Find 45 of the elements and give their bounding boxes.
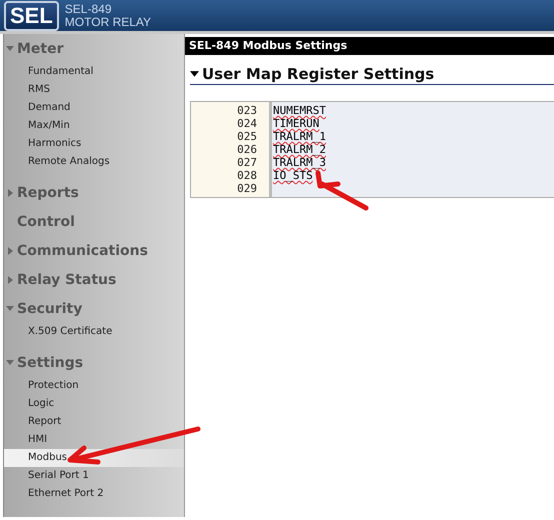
section-header[interactable]: Communications xyxy=(4,236,184,265)
section-header[interactable]: Settings xyxy=(4,348,184,377)
nav-item[interactable]: Fundamental xyxy=(4,63,184,81)
caret-down-icon xyxy=(190,70,199,78)
nav-item[interactable]: Demand xyxy=(4,99,184,117)
line-number: 023 xyxy=(236,104,258,117)
line-number: 028 xyxy=(236,169,258,182)
line-number: 026 xyxy=(236,143,258,156)
nav-item[interactable]: Max/Min xyxy=(4,117,184,135)
register-editor[interactable]: 023 024 025 026 027 028 029 NUMEMRST TIMERUN TRALRM_1 TRALRM_2 TRALRM_3 IO_STS xyxy=(190,101,554,198)
caret-down-icon xyxy=(6,358,14,366)
caret-down-icon xyxy=(6,304,14,312)
product-subtitle: MOTOR RELAY xyxy=(64,16,152,28)
nav-item[interactable]: HMI xyxy=(4,431,184,449)
product-model: SEL-849 xyxy=(64,2,112,16)
section-heading[interactable]: User Map Register Settings xyxy=(190,65,554,85)
register-value: TRALRM_2 xyxy=(273,143,326,156)
page-title-bar: SEL-849 Modbus Settings xyxy=(185,37,554,55)
section-header[interactable]: Security xyxy=(4,294,184,323)
caret-right-icon xyxy=(6,246,14,254)
line-number: 027 xyxy=(236,156,258,169)
register-value: IO_STS xyxy=(273,169,313,182)
nav-item[interactable]: Report xyxy=(4,413,184,431)
nav-item[interactable]: RMS xyxy=(4,81,184,99)
line-number: 029 xyxy=(236,182,258,195)
nav-item[interactable]: Harmonics xyxy=(4,135,184,153)
nav-item[interactable]: Logic xyxy=(4,395,184,413)
register-value: TIMERUN xyxy=(273,117,320,130)
caret-right-icon xyxy=(6,276,14,284)
section-header[interactable]: Reports xyxy=(4,178,184,207)
line-number: 024 xyxy=(236,117,258,130)
nav-item[interactable]: X.509 Certificate xyxy=(4,323,184,341)
register-value: TRALRM_3 xyxy=(273,156,326,169)
section-header[interactable]: Relay Status xyxy=(4,265,184,294)
register-value: TRALRM_1 xyxy=(273,130,326,143)
nav-item[interactable]: Remote Analogs xyxy=(4,153,184,171)
nav-item[interactable]: Ethernet Port 2 xyxy=(4,485,184,503)
nav-item[interactable]: Serial Port 1 xyxy=(4,467,184,485)
section-header[interactable]: Control xyxy=(4,207,184,236)
line-number: 025 xyxy=(236,130,258,143)
logo: SEL xyxy=(4,0,59,30)
register-value: NUMEMRST xyxy=(273,104,326,117)
nav-item[interactable]: Protection xyxy=(4,377,184,395)
caret-down-icon xyxy=(6,44,14,52)
caret-right-icon xyxy=(6,188,14,196)
